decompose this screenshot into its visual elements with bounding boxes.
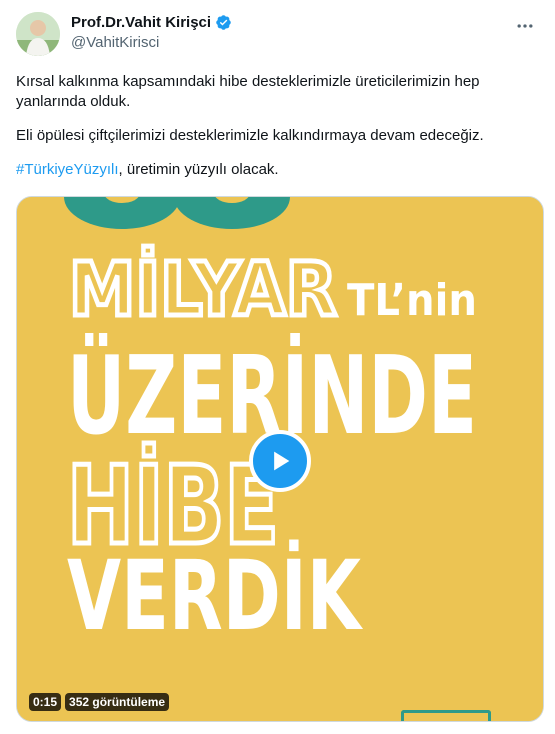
- post-paragraph-3: #TürkiyeYüzyılı, üretimin yüzyılı olacak…: [16, 160, 536, 180]
- post-paragraph-3-text: , üretimin yüzyılı olacak.: [118, 161, 279, 178]
- play-icon: [274, 451, 290, 471]
- avatar-image: [16, 12, 60, 56]
- more-icon: [517, 24, 533, 28]
- play-button[interactable]: [249, 430, 311, 492]
- video-text-tlnin: TL’nin: [347, 275, 477, 326]
- post-paragraph-1: Kırsal kalkınma kapsamındaki hibe destek…: [16, 73, 480, 110]
- author-handle[interactable]: @VahitKirisci: [71, 34, 232, 51]
- video-badges: 0:15 352 görüntüleme: [29, 693, 170, 711]
- video-views: 352 görüntüleme: [65, 693, 170, 711]
- author-name[interactable]: Prof.Dr.Vahit Kirişci: [71, 14, 211, 31]
- teal-frame-shape: [401, 710, 491, 721]
- video-player[interactable]: MİLYAR TL’nin ÜZERİNDE HİBE VERDİK 0:15 …: [16, 196, 544, 722]
- author-info[interactable]: Prof.Dr.Vahit Kirişci @VahitKirisci: [71, 14, 232, 51]
- post-paragraph-2: Eli öpülesi çiftçilerimizi desteklerimiz…: [16, 127, 484, 144]
- video-text-milyar: MİLYAR: [69, 245, 337, 333]
- video-duration: 0:15: [29, 693, 62, 711]
- avatar[interactable]: [16, 12, 60, 56]
- post-text: Kırsal kalkınma kapsamındaki hibe destek…: [16, 72, 536, 194]
- verified-badge-icon: [215, 14, 232, 31]
- hashtag-link[interactable]: #TürkiyeYüzyılı: [16, 161, 119, 178]
- video-text-verdik: VERDİK: [67, 539, 364, 652]
- post-header: Prof.Dr.Vahit Kirişci @VahitKirisci: [16, 12, 539, 60]
- more-options-button[interactable]: [511, 12, 539, 40]
